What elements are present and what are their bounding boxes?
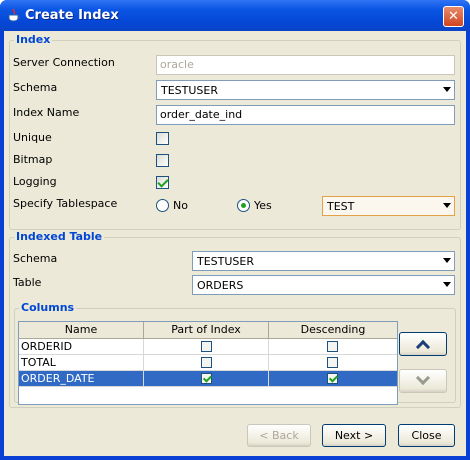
row-name-cell: ORDER_DATE <box>19 371 144 387</box>
index-name-input[interactable]: order_date_ind <box>156 105 455 125</box>
table-select[interactable]: ORDERS <box>192 275 455 295</box>
unique-checkbox[interactable] <box>156 132 169 145</box>
part-of-index-cell <box>144 355 269 371</box>
close-window-button[interactable]: ✕ <box>443 6 464 27</box>
index-group-title: Index <box>14 33 53 46</box>
columns-table: Name Part of Index Descending ORDERID TO… <box>18 321 398 405</box>
schema-label: Schema <box>13 81 58 94</box>
schema-select-value: TESTUSER <box>161 84 218 97</box>
row-name: TOTAL <box>21 356 56 369</box>
bitmap-label: Bitmap <box>13 153 53 166</box>
table-schema-label: Schema <box>13 252 58 265</box>
bitmap-checkbox[interactable] <box>156 154 169 167</box>
chevron-down-icon <box>443 282 451 287</box>
logging-checkbox[interactable] <box>156 176 169 189</box>
row-name-cell: TOTAL <box>19 355 144 371</box>
chevron-down-icon <box>443 87 451 92</box>
index-name-label: Index Name <box>13 106 80 119</box>
specify-tablespace-label: Specify Tablespace <box>13 197 118 210</box>
logging-label: Logging <box>13 175 57 188</box>
part-of-index-checkbox[interactable] <box>201 373 212 384</box>
move-down-button[interactable] <box>399 369 447 393</box>
create-index-window: Create Index ✕ Index Server Connection o… <box>0 0 470 460</box>
unique-label: Unique <box>13 131 52 144</box>
dialog-body: Index Server Connection oracle Schema TE… <box>4 31 466 456</box>
descending-cell <box>269 371 397 387</box>
chevron-down-icon <box>443 258 451 263</box>
tablespace-yes-radio[interactable] <box>237 199 250 212</box>
title-bar[interactable]: Create Index ✕ <box>0 0 470 31</box>
tablespace-no-radio[interactable] <box>156 199 169 212</box>
row-name: ORDERID <box>21 340 73 353</box>
java-cup-icon <box>8 8 20 22</box>
indexed-table-group-title: Indexed Table <box>14 230 105 243</box>
table-label: Table <box>13 276 42 289</box>
row-name-cell: ORDERID <box>19 339 144 355</box>
table-row[interactable]: TOTAL <box>19 355 397 371</box>
move-up-button[interactable] <box>399 332 447 356</box>
columns-group-title: Columns <box>19 301 77 314</box>
tablespace-yes-label: Yes <box>254 199 272 212</box>
part-of-index-cell <box>144 339 269 355</box>
descending-checkbox[interactable] <box>327 341 338 352</box>
table-row-selected[interactable]: ORDER_DATE <box>19 371 397 387</box>
table-select-value: ORDERS <box>197 279 244 292</box>
row-name: ORDER_DATE <box>21 372 95 385</box>
chevron-down-icon <box>443 203 451 208</box>
part-of-index-checkbox[interactable] <box>201 357 212 368</box>
tablespace-select[interactable]: TEST <box>322 196 455 216</box>
close-button[interactable]: Close <box>398 424 455 447</box>
server-connection-label: Server Connection <box>13 56 115 69</box>
next-button[interactable]: Next > <box>322 424 386 447</box>
table-schema-select-value: TESTUSER <box>197 255 254 268</box>
column-header-part-of-index[interactable]: Part of Index <box>144 322 269 339</box>
back-button[interactable]: < Back <box>247 424 311 447</box>
column-header-descending[interactable]: Descending <box>269 322 397 339</box>
column-header-name[interactable]: Name <box>19 322 144 339</box>
descending-cell <box>269 339 397 355</box>
descending-cell <box>269 355 397 371</box>
server-connection-field: oracle <box>156 55 455 75</box>
table-row[interactable]: ORDERID <box>19 339 397 355</box>
descending-checkbox[interactable] <box>327 373 338 384</box>
table-schema-select[interactable]: TESTUSER <box>192 251 455 271</box>
window-title: Create Index <box>25 8 119 23</box>
chevron-down-icon <box>415 370 431 386</box>
chevron-up-icon <box>415 339 431 355</box>
tablespace-no-label: No <box>173 199 188 212</box>
part-of-index-cell <box>144 371 269 387</box>
tablespace-select-value: TEST <box>327 200 355 213</box>
schema-select[interactable]: TESTUSER <box>156 80 455 100</box>
close-icon: ✕ <box>448 9 459 24</box>
descending-checkbox[interactable] <box>327 357 338 368</box>
part-of-index-checkbox[interactable] <box>201 341 212 352</box>
